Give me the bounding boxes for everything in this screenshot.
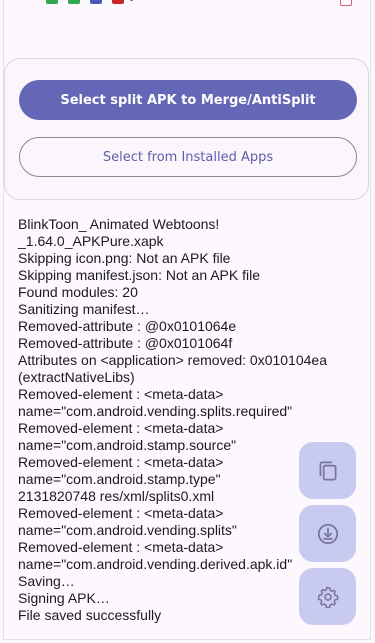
- log-line: (extractNativeLibs): [18, 369, 135, 385]
- log-line: name="com.android.vending.splits.require…: [18, 403, 293, 419]
- log-line: Skipping icon.png: Not an APK file: [18, 250, 231, 266]
- log-line: Attributes on <application> removed: 0x0…: [18, 352, 327, 368]
- select-split-apk-button[interactable]: Select split APK to Merge/AntiSplit: [19, 80, 357, 120]
- log-line: Removed-attribute : @0x0101064e: [18, 318, 237, 334]
- log-line: Removed-element : <meta-data>: [18, 420, 224, 436]
- copy-log-button[interactable]: [299, 442, 356, 499]
- log-line: Removed-element : <meta-data>: [18, 386, 224, 402]
- actions-card: Select split APK to Merge/AntiSplit Sele…: [4, 58, 369, 200]
- copy-icon: [319, 460, 336, 481]
- log-output: BlinkToon_ Animated Webtoons! _1.64.0_AP…: [18, 216, 363, 624]
- log-line: BlinkToon_ Animated Webtoons!: [18, 216, 220, 232]
- log-line: Sanitizing manifest…: [18, 301, 150, 317]
- save-log-button[interactable]: [299, 505, 356, 562]
- log-line: Found modules: 20: [18, 284, 138, 300]
- settings-button[interactable]: [299, 568, 356, 625]
- settings-icon: [317, 586, 339, 608]
- log-line: Removed-attribute : @0x0101064f: [18, 335, 233, 351]
- log-line: _1.64.0_APKPure.xapk: [18, 233, 164, 249]
- log-line: Skipping manifest.json: Not an APK file: [18, 267, 261, 283]
- select-installed-apps-button[interactable]: Select from Installed Apps: [19, 137, 357, 177]
- download-icon: [317, 523, 338, 544]
